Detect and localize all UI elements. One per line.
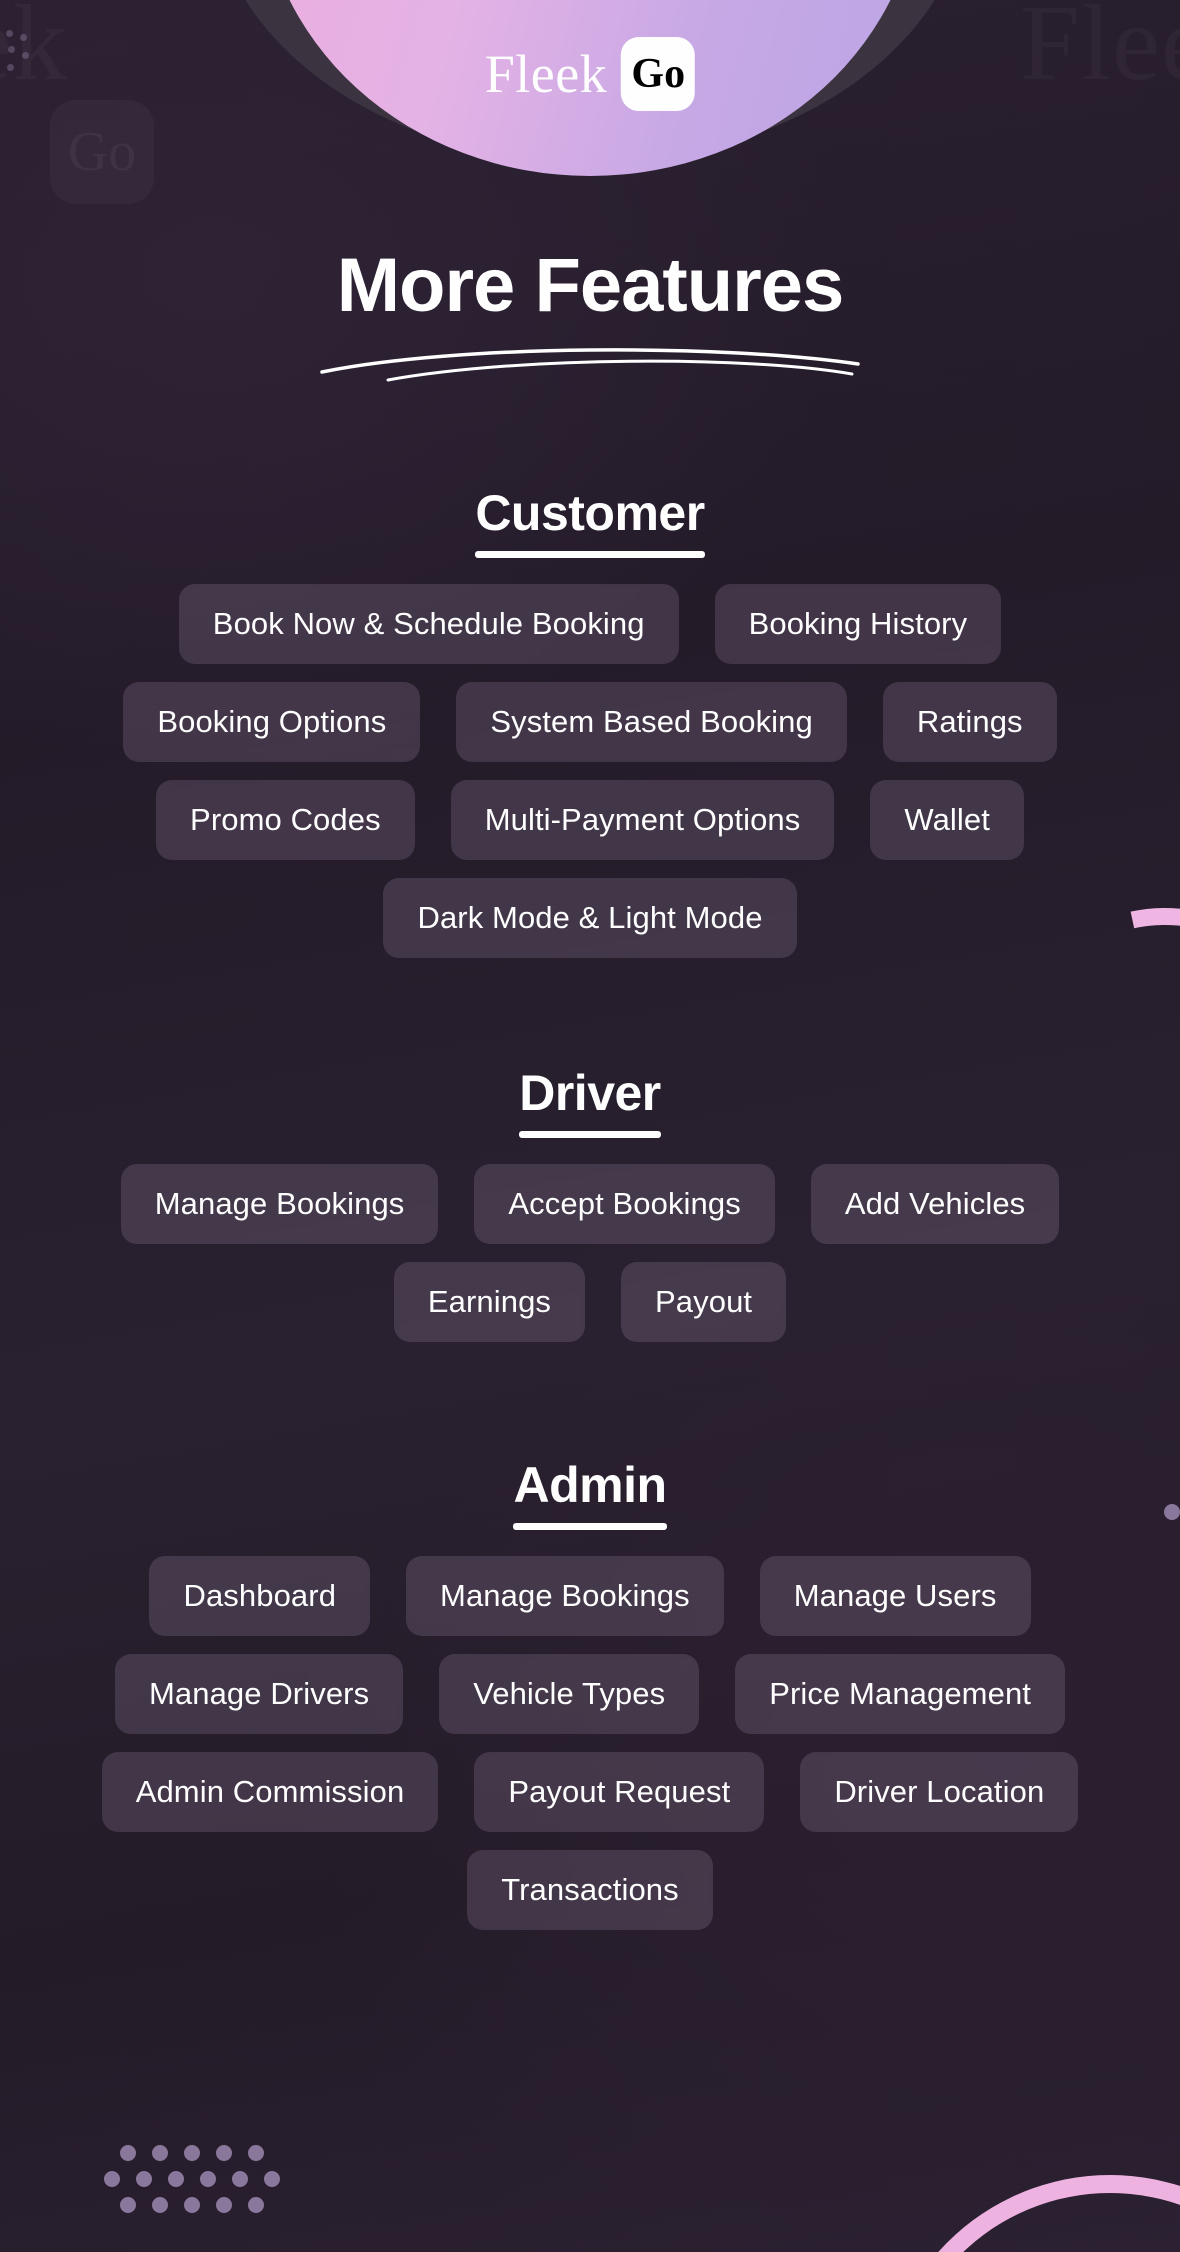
feature-chip[interactable]: Ratings xyxy=(882,682,1057,762)
feature-chip[interactable]: Earnings xyxy=(393,1262,586,1342)
feature-chip[interactable]: Driver Location xyxy=(800,1752,1079,1832)
feature-chip[interactable]: Price Management xyxy=(735,1654,1066,1734)
accent-arc-bottom xyxy=(831,2126,1180,2252)
section-heading-customer: Customer xyxy=(475,485,705,558)
title-underline-decoration xyxy=(320,348,860,382)
feature-chip[interactable]: Manage Bookings xyxy=(120,1164,439,1244)
section-title-underline xyxy=(513,1523,667,1530)
feature-chip[interactable]: Manage Bookings xyxy=(406,1556,724,1636)
feature-chip-row: Manage Bookings Accept Bookings Add Vehicl… xyxy=(0,1164,1180,1244)
section-title-text: Admin xyxy=(513,1457,667,1513)
section-admin: Admin Dashboard Manage Bookings Manage User… xyxy=(0,1458,1180,1930)
feature-chip[interactable]: Accept Bookings xyxy=(474,1164,775,1244)
feature-chip[interactable]: Multi-Payment Options xyxy=(450,780,835,860)
section-heading-driver: Driver xyxy=(519,1066,661,1138)
feature-chip[interactable]: Admin Commission xyxy=(101,1752,439,1832)
feature-chip[interactable]: Payout xyxy=(621,1262,787,1342)
feature-chip-row: Manage Drivers Vehicle Types Price Managem… xyxy=(0,1654,1180,1734)
section-title-underline xyxy=(519,1131,661,1138)
feature-chip-row: Promo Codes Multi-Payment Options Wallet xyxy=(0,780,1180,860)
feature-chip[interactable]: System Based Booking xyxy=(456,682,847,762)
feature-chip[interactable]: Booking Options xyxy=(123,682,421,762)
feature-chip-row: Book Now & Schedule Booking Booking Histo… xyxy=(0,584,1180,664)
feature-chip-row: Dashboard Manage Bookings Manage Users xyxy=(0,1556,1180,1636)
section-driver: Driver Manage Bookings Accept Bookings Add … xyxy=(0,1066,1180,1342)
feature-chip[interactable]: Add Vehicles xyxy=(810,1164,1060,1244)
feature-chip-row: Dark Mode & Light Mode xyxy=(0,878,1180,958)
feature-chip[interactable]: Manage Drivers xyxy=(114,1654,404,1734)
feature-chip[interactable]: Promo Codes xyxy=(156,780,415,860)
feature-chip[interactable]: Vehicle Types xyxy=(439,1654,700,1734)
feature-chip[interactable]: Manage Users xyxy=(759,1556,1031,1636)
feature-chip[interactable]: Wallet xyxy=(870,780,1024,860)
feature-chip-row: Booking Options System Based Booking Ratin… xyxy=(0,682,1180,762)
feature-chip-rows: Book Now & Schedule Booking Booking Histo… xyxy=(0,584,1180,958)
feature-chip[interactable]: Book Now & Schedule Booking xyxy=(178,584,679,664)
section-heading-admin: Admin xyxy=(513,1457,667,1530)
feature-chip[interactable]: Booking History xyxy=(714,584,1002,664)
feature-chip[interactable]: Transactions xyxy=(467,1850,713,1930)
feature-chip-rows: Manage Bookings Accept Bookings Add Vehicl… xyxy=(0,1164,1180,1342)
feature-chip-row: Earnings Payout xyxy=(0,1262,1180,1342)
feature-chip-rows: Dashboard Manage Bookings Manage Users Mana… xyxy=(0,1556,1180,1930)
feature-showcase-page: ek Flee Go Fleek Go More Features Custom… xyxy=(0,0,1180,2252)
section-title-text: Customer xyxy=(475,485,705,541)
section-customer: Customer Book Now & Schedule Booking Booki… xyxy=(0,486,1180,958)
page-title: More Features xyxy=(336,243,845,328)
feature-chip[interactable]: Payout Request xyxy=(474,1752,765,1832)
feature-chip-row: Admin Commission Payout Request Driver Loc… xyxy=(0,1752,1180,1832)
main-content: More Features Customer Book Now & Schedul… xyxy=(0,0,1180,1930)
section-title-underline xyxy=(475,551,705,558)
feature-chip[interactable]: Dark Mode & Light Mode xyxy=(383,878,797,958)
feature-chip-row: Transactions xyxy=(0,1850,1180,1930)
section-title-text: Driver xyxy=(519,1065,661,1121)
sections-host: Customer Book Now & Schedule Booking Booki… xyxy=(0,486,1180,1930)
feature-chip[interactable]: Dashboard xyxy=(149,1556,371,1636)
